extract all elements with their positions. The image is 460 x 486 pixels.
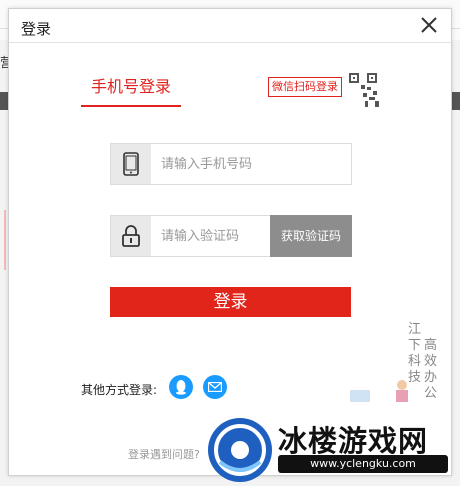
phone-input[interactable] (161, 144, 341, 184)
phone-field (110, 143, 352, 185)
qq-login-button[interactable] (169, 375, 193, 399)
close-button[interactable] (417, 13, 441, 37)
login-modal: 登录 手机号登录 微信扫码登录 请输入手机号码 请输入验证码 获取验证码 登录 … (8, 8, 452, 476)
qq-icon (176, 380, 186, 395)
office-illustration (350, 380, 408, 402)
get-code-button[interactable]: 获取验证码 (270, 215, 352, 257)
lock-icon (111, 216, 151, 256)
phone-icon (111, 144, 151, 184)
other-methods-label: 其他方式登录: (81, 383, 158, 397)
background-accent-line (4, 210, 6, 270)
side-text-col2: 高效办公 (424, 338, 438, 401)
code-field: 获取验证码 (110, 215, 352, 257)
watermark-title: 冰楼游戏网 (278, 424, 429, 458)
mail-icon (208, 382, 222, 392)
login-button[interactable]: 登录 (110, 287, 351, 317)
modal-title: 登录 (21, 20, 52, 38)
code-input[interactable] (161, 216, 271, 256)
close-icon (421, 17, 437, 33)
watermark-logo (208, 418, 272, 482)
mail-login-button[interactable] (203, 375, 227, 399)
qr-code-icon[interactable] (345, 69, 385, 113)
watermark-url: www.yclengku.com (278, 455, 448, 473)
modal-header: 登录 (9, 9, 451, 43)
help-link[interactable]: 登录遇到问题? (128, 446, 200, 462)
tab-wechat-login[interactable]: 微信扫码登录 (268, 77, 342, 97)
tab-phone-login[interactable]: 手机号登录 (81, 73, 181, 107)
